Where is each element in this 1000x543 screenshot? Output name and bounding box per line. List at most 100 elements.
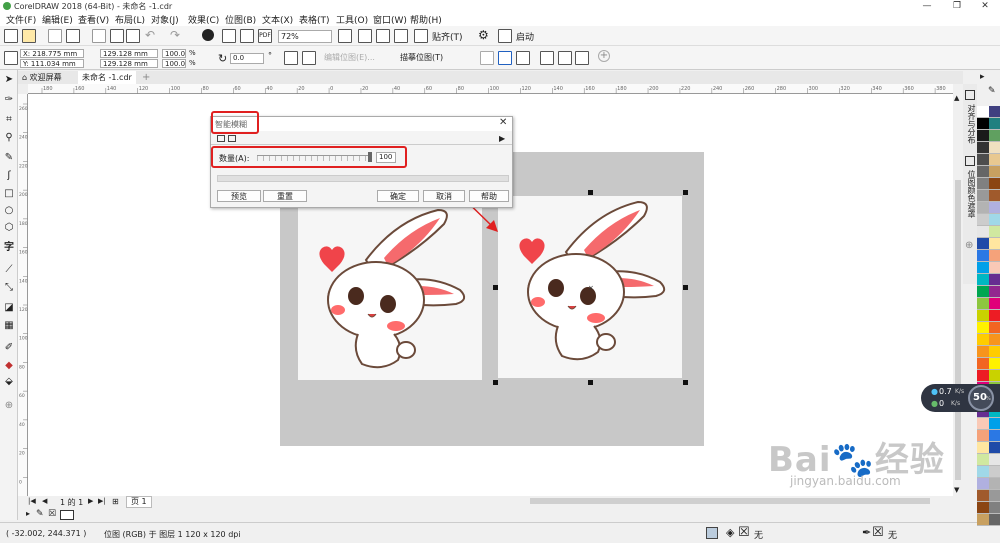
palette-swatch[interactable] <box>989 502 1000 514</box>
vertical-ruler[interactable]: 260 240 220 200 180 160 140 120 100 80 60 40 20 0 <box>18 94 28 496</box>
palette-swatch[interactable] <box>989 178 1000 190</box>
scale-width-field[interactable]: 100.0 <box>162 49 186 58</box>
palette-swatch[interactable] <box>989 274 1000 286</box>
selection-handle-bc[interactable] <box>588 380 593 385</box>
horizontal-ruler[interactable]: 180 160 140 120 100 80 60 40 20 0 20 40 60 80 100 120 14… <box>28 84 953 94</box>
pick-tool-icon[interactable]: ➤ <box>3 74 15 86</box>
preview-bitmap[interactable]: × <box>498 196 682 378</box>
save-icon[interactable] <box>48 29 62 43</box>
cancel-button[interactable]: 取消 <box>423 190 465 202</box>
palette-swatch[interactable] <box>989 154 1000 166</box>
align-docker-icon[interactable] <box>965 90 975 100</box>
palette-swatch[interactable] <box>977 166 989 178</box>
palette-swatch[interactable] <box>989 358 1000 370</box>
connector-tool-icon[interactable]: ⤡ <box>3 282 15 294</box>
palette-swatch[interactable] <box>989 490 1000 502</box>
palette-swatch[interactable] <box>977 238 989 250</box>
palette-swatch[interactable] <box>989 442 1000 454</box>
palette-swatch[interactable] <box>989 370 1000 382</box>
palette-swatch[interactable] <box>989 286 1000 298</box>
show-rulers-icon[interactable] <box>358 29 372 43</box>
full-screen-preview-icon[interactable] <box>338 29 352 43</box>
launcher-icon[interactable] <box>498 29 512 43</box>
bitmap-color-mask-tab[interactable]: 位图颜色遮罩 <box>966 170 977 218</box>
palette-swatch[interactable] <box>989 430 1000 442</box>
menu-bitmaps[interactable]: 位图(B) <box>225 13 256 26</box>
palette-swatch[interactable] <box>977 190 989 202</box>
preview-button[interactable]: 预览 <box>217 190 261 202</box>
palette-arrow-icon[interactable]: ▸ <box>26 509 30 518</box>
tab-document[interactable]: 未命名 -1.cdr <box>78 71 136 84</box>
artistic-media-icon[interactable]: ʃ <box>3 170 15 182</box>
add-tool-icon[interactable]: ⊕ <box>3 400 15 412</box>
palette-swatch[interactable] <box>989 418 1000 430</box>
palette-eyedropper-icon[interactable]: ✎ <box>988 86 996 96</box>
palette-swatch[interactable] <box>977 250 989 262</box>
redo-icon[interactable]: ↷ <box>170 28 180 42</box>
palette-swatch[interactable] <box>989 166 1000 178</box>
palette-swatch[interactable] <box>989 334 1000 346</box>
palette-swatch[interactable] <box>989 106 1000 118</box>
new-tab-button[interactable]: + <box>138 71 154 84</box>
launch-dropdown[interactable]: 启动 <box>516 30 534 43</box>
horizontal-scrollbar[interactable] <box>150 496 953 506</box>
palette-swatch[interactable] <box>977 466 989 478</box>
interactive-fill-icon[interactable]: ◆ <box>3 360 15 372</box>
network-speed-widget[interactable]: ● 0.7 K/s ● 0 K/s 50 % <box>921 384 1000 412</box>
palette-swatch[interactable] <box>989 262 1000 274</box>
parallel-dimension-icon[interactable]: ⟋ <box>3 264 15 276</box>
palette-swatch[interactable] <box>977 322 989 334</box>
publish-pdf-icon[interactable]: PDF <box>258 29 272 43</box>
outline-pen-icon[interactable]: ✒ <box>862 526 871 539</box>
palette-swatch[interactable] <box>977 310 989 322</box>
scroll-down-icon[interactable]: ▼ <box>954 486 959 494</box>
palette-swatch[interactable] <box>989 238 1000 250</box>
palette-swatch[interactable] <box>977 226 989 238</box>
palette-swatch[interactable] <box>977 130 989 142</box>
preview-split-icon[interactable] <box>217 135 225 142</box>
palette-swatch[interactable] <box>989 454 1000 466</box>
menu-table[interactable]: 表格(T) <box>299 13 330 26</box>
palette-swatch[interactable] <box>977 418 989 430</box>
snap-to-dropdown[interactable]: 贴齐(T) <box>432 30 463 43</box>
mask-docker-icon[interactable] <box>965 156 975 166</box>
search-content-icon[interactable] <box>202 29 214 41</box>
palette-swatch[interactable] <box>977 370 989 382</box>
palette-swatch[interactable] <box>989 346 1000 358</box>
fill-indicator-icon[interactable]: ◈ <box>726 526 734 539</box>
trace-bitmap-dropdown[interactable]: 描摹位图(T) <box>400 52 443 63</box>
new-document-icon[interactable] <box>4 29 18 43</box>
width-field[interactable]: 129.128 mm <box>100 49 158 58</box>
color-proofing-icon[interactable] <box>706 527 718 539</box>
smart-fill-icon[interactable]: ⬙ <box>3 376 15 388</box>
palette-swatch[interactable] <box>989 310 1000 322</box>
print-icon[interactable] <box>66 29 80 43</box>
prev-page-icon[interactable]: ◀ <box>42 497 47 505</box>
zoom-level-select[interactable]: 72% <box>278 30 332 43</box>
palette-menu-icon[interactable]: ▸ <box>980 72 985 82</box>
paste-icon[interactable] <box>126 29 140 43</box>
edit-bitmap-button[interactable]: 编辑位图(E)... <box>324 52 375 63</box>
no-fill-swatch[interactable] <box>60 510 74 520</box>
tab-welcome-screen[interactable]: ⌂ 欢迎屏幕 <box>18 71 66 84</box>
freehand-tool-icon[interactable]: ✎ <box>3 152 15 164</box>
no-color-icon[interactable]: ☒ <box>48 509 56 519</box>
palette-swatch[interactable] <box>977 286 989 298</box>
palette-swatch[interactable] <box>977 478 989 490</box>
palette-swatch[interactable] <box>977 298 989 310</box>
mirror-vertical-icon[interactable] <box>302 51 316 65</box>
height-field[interactable]: 129.128 mm <box>100 59 158 68</box>
transparency-icon[interactable]: ▦ <box>3 320 15 332</box>
preview-toggle-icon[interactable]: ▶ <box>499 134 505 143</box>
link-bitmap-icon[interactable] <box>540 51 554 65</box>
menu-view[interactable]: 查看(V) <box>78 13 109 26</box>
page-tab[interactable]: 页 1 <box>126 496 152 508</box>
ok-button[interactable]: 确定 <box>377 190 419 202</box>
wrap-text-icon[interactable] <box>575 51 589 65</box>
scroll-up-icon[interactable]: ▲ <box>954 94 959 102</box>
align-distribute-tab[interactable]: 对齐与分布 <box>966 104 977 144</box>
menu-text[interactable]: 文本(X) <box>262 13 293 26</box>
palette-swatch[interactable] <box>989 118 1000 130</box>
zoom-tool-icon[interactable]: ⚲ <box>3 132 15 144</box>
palette-swatch[interactable] <box>977 430 989 442</box>
